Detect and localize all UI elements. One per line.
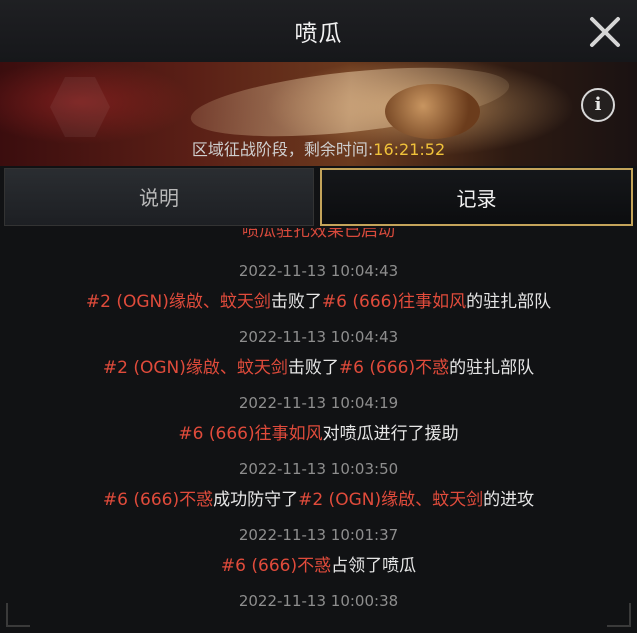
tab-record[interactable]: 记录 (320, 168, 633, 226)
record-log-list[interactable]: 喷瓜驻扎效果已启动 2022-11-13 10:04:43 #2 (OGN)缘啟、… (0, 228, 637, 623)
player-name: #6 (666)往事如风 (321, 292, 467, 312)
player-name: #2 (OGN)缘啟、蚊天剑 (102, 358, 288, 378)
log-message: #6 (666)不惑成功防守了#2 (OGN)缘啟、蚊天剑的进攻 (0, 485, 637, 510)
log-timestamp: 2022-11-13 10:00:38 (238, 592, 399, 610)
player-name: #6 (666)不惑 (220, 556, 332, 576)
page-title: 喷瓜 (294, 21, 343, 47)
log-timestamp: 2022-11-13 10:03:50 (238, 460, 399, 478)
player-name: #6 (666)不惑 (102, 490, 214, 510)
header-bar: 喷瓜 (0, 0, 637, 63)
tab-bar: 说明 记录 (0, 166, 637, 228)
close-icon (590, 17, 620, 47)
log-message: #6 (666)不惑占领了喷瓜 (0, 551, 637, 576)
tab-explain[interactable]: 说明 (4, 168, 314, 226)
phase-countdown: 区域征战阶段，剩余时间:16:21:52 (0, 136, 637, 160)
log-text: 的驻扎部队 (449, 358, 535, 378)
log-entry: 2022-11-13 10:00:38 (0, 592, 637, 610)
player-name: #2 (OGN)缘啟、蚊天剑 (85, 292, 271, 312)
event-banner: i 区域征战阶段，剩余时间:16:21:52 (0, 62, 637, 166)
log-timestamp: 2022-11-13 10:01:37 (238, 526, 399, 544)
corner-ornament-right (607, 603, 631, 627)
log-timestamp: 2022-11-13 10:04:19 (238, 394, 399, 412)
log-timestamp: 2022-11-13 10:04:43 (238, 262, 399, 280)
log-text: 的驻扎部队 (466, 292, 552, 312)
player-name: #6 (666)往事如风 (178, 424, 323, 444)
log-message: #2 (OGN)缘啟、蚊天剑击败了#6 (666)往事如风的驻扎部队 (0, 287, 637, 312)
banner-hexagon-decoration (50, 77, 110, 137)
log-entry: 2022-11-13 10:01:37 #6 (666)不惑占领了喷瓜 (0, 526, 637, 576)
log-text: 击败了 (287, 358, 339, 378)
log-text: 击败了 (270, 292, 322, 312)
log-text: 的进攻 (483, 490, 535, 510)
close-button[interactable] (587, 14, 623, 50)
log-text: 成功防守了 (213, 490, 299, 510)
banner-insect-body-art (385, 84, 480, 139)
log-entry: 2022-11-13 10:03:50 #6 (666)不惑成功防守了#2 (OG… (0, 460, 637, 510)
log-timestamp: 2022-11-13 10:04:43 (238, 328, 399, 346)
log-text: 对喷瓜进行了援助 (322, 424, 459, 444)
log-text: 占领了喷瓜 (331, 556, 417, 576)
log-message: #6 (666)往事如风对喷瓜进行了援助 (0, 419, 637, 444)
player-name: #2 (OGN)缘啟、蚊天剑 (298, 490, 484, 510)
corner-ornament-left (6, 603, 30, 627)
log-entry: 2022-11-13 10:04:43 #2 (OGN)缘啟、蚊天剑击败了#6 (… (0, 262, 637, 312)
player-name: #6 (666)不惑 (338, 358, 450, 378)
log-entry: 2022-11-13 10:04:43 #2 (OGN)缘啟、蚊天剑击败了#6 (… (0, 328, 637, 378)
info-button[interactable]: i (581, 88, 615, 122)
log-entry: 2022-11-13 10:04:19 #6 (666)往事如风对喷瓜进行了援助 (0, 394, 637, 444)
log-message: #2 (OGN)缘啟、蚊天剑击败了#6 (666)不惑的驻扎部队 (0, 353, 637, 378)
log-partial-message: 喷瓜驻扎效果已启动 (242, 228, 395, 241)
phase-label: 区域征战阶段，剩余时间: (191, 140, 374, 159)
countdown-timer: 16:21:52 (373, 140, 446, 159)
info-icon: i (594, 94, 602, 115)
